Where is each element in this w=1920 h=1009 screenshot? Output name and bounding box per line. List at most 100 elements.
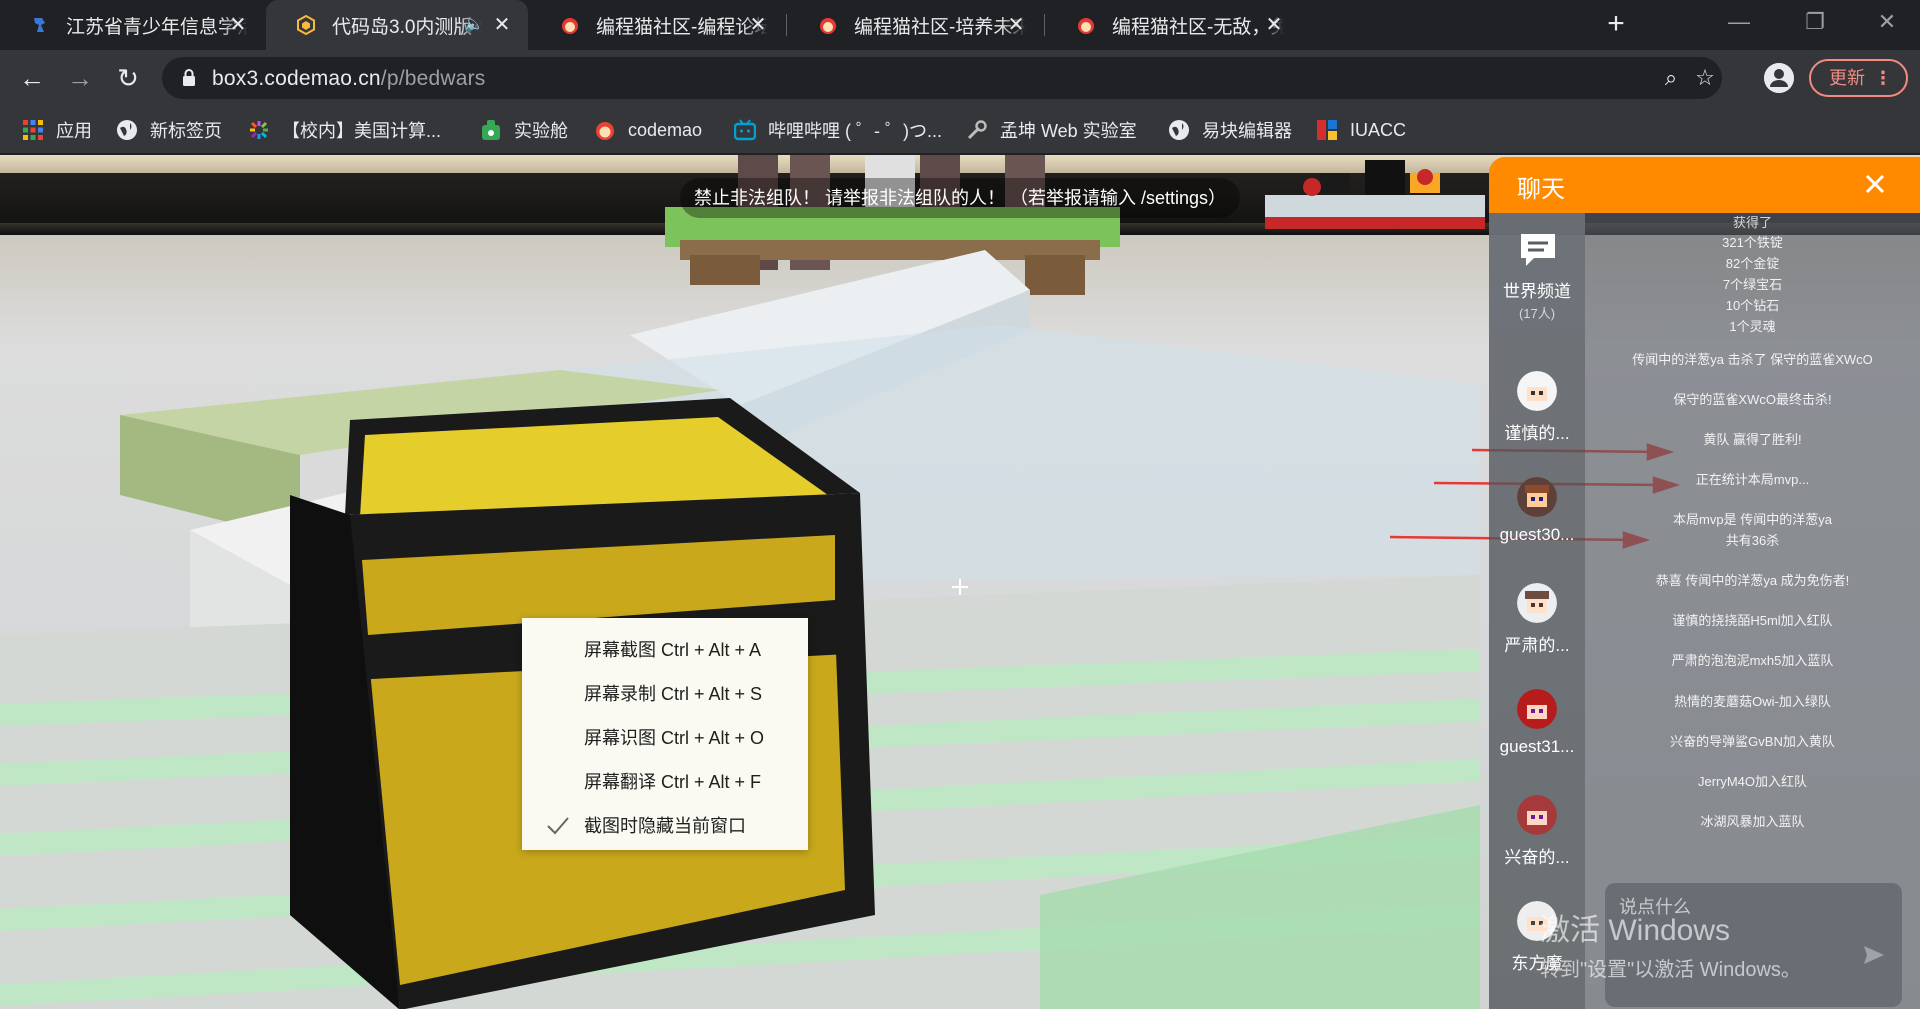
close-icon[interactable]: ✕ bbox=[226, 13, 250, 37]
codemao-cat-icon bbox=[596, 122, 614, 140]
avatar bbox=[1517, 795, 1557, 835]
channel-world[interactable]: 世界频道 (17人) bbox=[1489, 213, 1585, 333]
tab-title: 江苏省青少年信息学活动 bbox=[66, 16, 248, 38]
tab-separator bbox=[1044, 14, 1045, 36]
menu-item-hide-window[interactable]: 截图时隐藏当前窗口 bbox=[522, 804, 808, 848]
apps-grid-icon bbox=[23, 120, 43, 140]
close-icon[interactable]: ✕ bbox=[1262, 13, 1286, 37]
tab-codemao-forum[interactable]: 编程猫社区-编程论坛广场- ✕ bbox=[530, 0, 784, 50]
bookmark-new-tab[interactable]: 新标签页 bbox=[116, 116, 222, 144]
codemao-box-icon bbox=[297, 15, 315, 35]
tools-icon bbox=[967, 120, 987, 140]
avatar bbox=[1517, 477, 1557, 517]
channel-name: 世界频道 bbox=[1503, 282, 1571, 301]
address-bar[interactable]: box3.codemao.cn/p/bedwars ⌕ ☆ bbox=[162, 57, 1722, 99]
forward-button[interactable]: → bbox=[62, 60, 98, 96]
zoom-icon[interactable]: ⌕ bbox=[1658, 65, 1684, 91]
bookmark-label: 哔哩哔哩 ( ゜- ゜)つ... bbox=[768, 121, 942, 141]
codemao-cat-icon bbox=[1078, 18, 1094, 34]
speaker-icon[interactable]: 🔈 bbox=[464, 14, 484, 34]
tab-codemao-invincible[interactable]: 编程猫社区-无敌，免伤者! ✕ bbox=[1046, 0, 1300, 50]
chat-message: 兴奋的导弹鲨GvBN加入黄队 bbox=[1670, 734, 1835, 749]
game-viewport[interactable]: 禁止非法组队！ 请举报非法组队的人！ （若举报请输入 /settings） 聊天… bbox=[0, 155, 1920, 1009]
watermark-subtitle: 转到"设置"以激活 Windows。 bbox=[1540, 959, 1801, 981]
player-item[interactable]: guest31... bbox=[1489, 681, 1585, 787]
avatar bbox=[1517, 689, 1557, 729]
chat-panel: 聊天 世界频道 (17人) 谨慎的... guest30... 严肃的... g… bbox=[1489, 157, 1920, 1009]
tab-codemao-creators[interactable]: 编程猫社区-培养未来创作者 ✕ bbox=[788, 0, 1042, 50]
more-menu-icon: ⋮ bbox=[1874, 68, 1892, 88]
menu-item-screen-record[interactable]: 屏幕录制 Ctrl + Alt + S bbox=[522, 672, 808, 716]
windows-activation-watermark: 激活 Windows 转到"设置"以激活 Windows。 bbox=[1540, 905, 1801, 982]
chat-title: 聊天 bbox=[1517, 176, 1565, 203]
update-label: 更新 bbox=[1829, 68, 1865, 88]
browser-window: 江苏省青少年信息学活动 ✕ 代码岛3.0内测版 : 起床 🔈 ✕ 编程猫社区-编… bbox=[0, 0, 1920, 1009]
bookmark-yikuai[interactable]: 易块编辑器 bbox=[1168, 116, 1292, 144]
avatar bbox=[1517, 371, 1557, 411]
bookmark-iuacc[interactable]: IUACC bbox=[1316, 116, 1406, 144]
player-name: guest30... bbox=[1499, 525, 1575, 544]
chat-message: 7个绿宝石 bbox=[1722, 277, 1783, 292]
bookmark-star-icon[interactable]: ☆ bbox=[1692, 65, 1718, 91]
menu-item-screenshot[interactable]: 屏幕截图 Ctrl + Alt + A bbox=[522, 628, 808, 672]
menu-item-label: 屏幕截图 Ctrl + Alt + A bbox=[584, 640, 762, 660]
menu-item-label: 屏幕识图 Ctrl + Alt + O bbox=[584, 728, 765, 748]
player-item[interactable]: guest30... bbox=[1489, 469, 1585, 575]
bookmark-bilibili[interactable]: 哔哩哔哩 ( ゜- ゜)つ... bbox=[734, 116, 942, 144]
reload-button[interactable]: ↻ bbox=[110, 60, 146, 96]
chat-bubble-icon bbox=[1521, 234, 1555, 266]
tab-jiangsu[interactable]: 江苏省青少年信息学活动 ✕ bbox=[0, 0, 264, 50]
update-button[interactable]: 更新 ⋮ bbox=[1809, 59, 1908, 97]
send-icon[interactable] bbox=[1862, 943, 1886, 967]
new-tab-button[interactable]: + bbox=[1600, 9, 1632, 41]
checkmark-icon bbox=[547, 817, 569, 835]
bookmark-label: 孟坤 Web 实验室 bbox=[1000, 121, 1137, 141]
minimize-icon[interactable]: — bbox=[1704, 0, 1774, 44]
player-name: guest31... bbox=[1499, 737, 1575, 756]
channel-count: (17人) bbox=[1518, 306, 1556, 321]
menu-item-screen-translate[interactable]: 屏幕翻译 Ctrl + Alt + F bbox=[522, 760, 808, 804]
back-button[interactable]: ← bbox=[14, 60, 50, 96]
restore-icon[interactable]: ❐ bbox=[1780, 0, 1850, 44]
close-icon[interactable]: ✕ bbox=[746, 13, 770, 37]
globe-icon bbox=[117, 120, 137, 140]
bookmark-school[interactable]: 【校内】美国计算... bbox=[248, 116, 441, 144]
codemao-cat-icon bbox=[562, 18, 578, 34]
bookmark-lab[interactable]: 实验舱 bbox=[480, 116, 568, 144]
watermark-title: 激活 Windows bbox=[1540, 914, 1731, 947]
close-icon[interactable]: ✕ bbox=[490, 13, 514, 37]
url-text[interactable]: box3.codemao.cn/p/bedwars bbox=[212, 67, 486, 91]
menu-item-screen-recognize[interactable]: 屏幕识图 Ctrl + Alt + O bbox=[522, 716, 808, 760]
menu-item-label: 屏幕翻译 Ctrl + Alt + F bbox=[584, 772, 762, 792]
bookmark-apps[interactable]: 应用 bbox=[22, 116, 92, 144]
iuacc-logo-icon bbox=[1317, 120, 1337, 140]
url-path: /p/bedwars bbox=[380, 67, 486, 90]
menu-item-label: 屏幕录制 Ctrl + Alt + S bbox=[584, 684, 763, 704]
player-item[interactable]: 兴奋的... bbox=[1489, 787, 1585, 893]
window-close-icon[interactable]: ✕ bbox=[1852, 0, 1920, 44]
player-item[interactable]: 严肃的... bbox=[1489, 575, 1585, 681]
chat-message: 本局mvp是 传闻中的洋葱ya bbox=[1673, 512, 1832, 527]
chat-message: 谨慎的挠挠皕H5ml加入红队 bbox=[1672, 613, 1833, 628]
chat-message: 获得了 bbox=[1732, 215, 1772, 230]
bookmark-label: codemao bbox=[628, 119, 703, 140]
chat-message: 保守的蓝雀XWcO最终击杀! bbox=[1673, 392, 1832, 407]
tab-title: 编程猫社区-编程论坛广场- bbox=[596, 16, 768, 38]
chat-player-list: 世界频道 (17人) 谨慎的... guest30... 严肃的... gues… bbox=[1489, 213, 1585, 1009]
avatar bbox=[1517, 583, 1557, 623]
bookmark-mengkun[interactable]: 孟坤 Web 实验室 bbox=[966, 116, 1137, 144]
menu-item-label: 截图时隐藏当前窗口 bbox=[584, 816, 746, 836]
tab-codemao-box[interactable]: 代码岛3.0内测版 : 起床 🔈 ✕ bbox=[266, 0, 528, 50]
tab-title: 编程猫社区-无敌，免伤者! bbox=[1112, 16, 1284, 38]
tab-title: 编程猫社区-培养未来创作者 bbox=[854, 16, 1026, 38]
close-icon[interactable] bbox=[1858, 167, 1892, 201]
chat-message: 恭喜 传闻中的洋葱ya 成为免伤者! bbox=[1655, 573, 1850, 588]
globe-icon bbox=[1169, 120, 1189, 140]
close-icon[interactable]: ✕ bbox=[1004, 13, 1028, 37]
player-item[interactable]: 谨慎的... bbox=[1489, 363, 1585, 469]
chat-message: 传闻中的洋葱ya 击杀了 保守的蓝雀XWcO bbox=[1632, 352, 1873, 367]
bilibili-icon bbox=[734, 119, 756, 141]
bookmark-codemao[interactable]: codemao bbox=[594, 116, 702, 144]
announcement-banner: 禁止非法组队！ 请举报非法组队的人！ （若举报请输入 /settings） bbox=[680, 178, 1240, 218]
profile-icon[interactable] bbox=[1764, 63, 1794, 93]
